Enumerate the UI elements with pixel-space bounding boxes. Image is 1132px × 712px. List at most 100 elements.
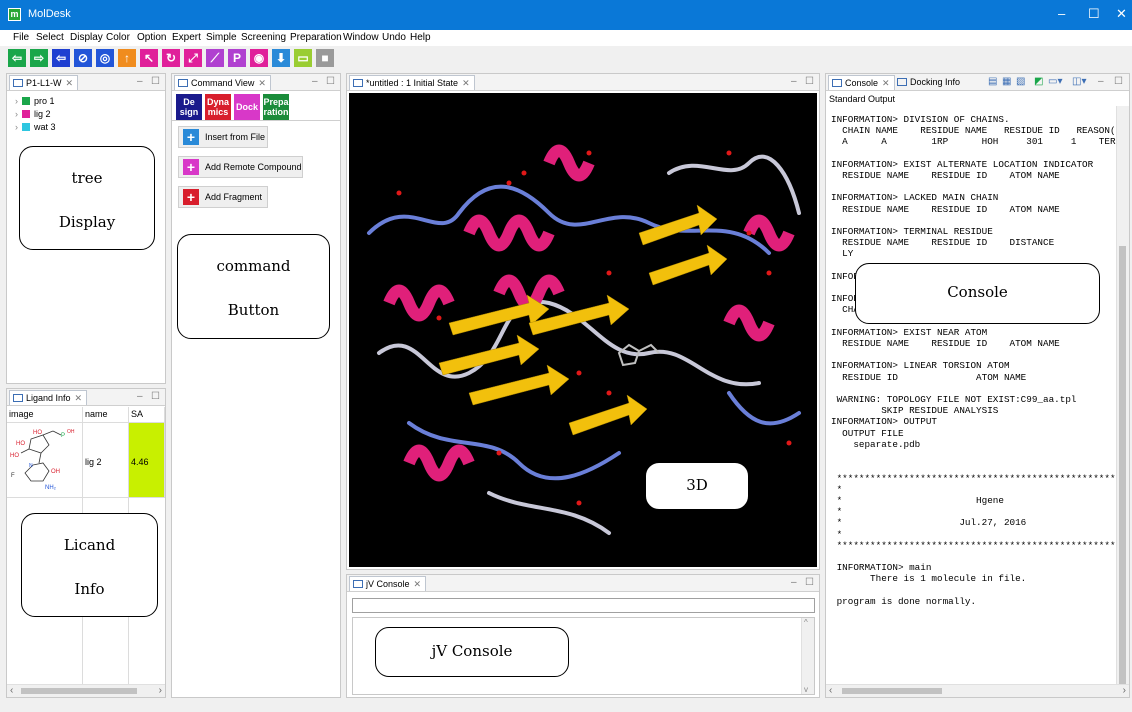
svg-text:NH₂: NH₂ bbox=[45, 485, 57, 491]
display-console-icon[interactable]: ▭▾ bbox=[1048, 76, 1062, 87]
eye-icon[interactable]: ◉ bbox=[250, 49, 268, 67]
close-tab-icon[interactable]: ✕ bbox=[882, 78, 890, 88]
target-icon[interactable]: ◎ bbox=[96, 49, 114, 67]
tab-console[interactable]: Console ✕ bbox=[828, 75, 895, 90]
scroll-left-icon[interactable]: ‹ bbox=[10, 685, 13, 696]
download-icon[interactable]: ⬇ bbox=[272, 49, 290, 67]
close-tab-icon[interactable]: ✕ bbox=[66, 78, 74, 88]
tab-command-view[interactable]: Command View ✕ bbox=[174, 75, 271, 90]
horizontal-scrollbar[interactable]: ‹ › bbox=[826, 684, 1129, 697]
word-wrap-icon[interactable]: ▧ bbox=[1016, 76, 1025, 87]
menu-screening[interactable]: Screening bbox=[241, 32, 286, 43]
scroll-lock-icon[interactable]: ▦ bbox=[1002, 76, 1011, 87]
menu-preparation[interactable]: Preparation bbox=[290, 32, 342, 43]
select-cursor-icon[interactable]: ↖ bbox=[140, 49, 158, 67]
column-header-image[interactable]: image bbox=[7, 407, 83, 423]
column-header-sa[interactable]: SA bbox=[129, 407, 165, 423]
scroll-up-icon[interactable]: ^ bbox=[804, 618, 808, 627]
maximize-button[interactable]: ☐ bbox=[1088, 6, 1100, 22]
expand-icon[interactable]: ⤢ bbox=[184, 49, 202, 67]
rotate-icon[interactable]: ↻ bbox=[162, 49, 180, 67]
up-arrow-icon[interactable]: ↑ bbox=[118, 49, 136, 67]
close-tab-icon[interactable]: ✕ bbox=[462, 78, 470, 88]
add-remote-compound-button[interactable]: + Add Remote Compound bbox=[178, 156, 303, 178]
svg-text:F: F bbox=[11, 473, 15, 479]
ligand-sa-cell[interactable]: 4.46 bbox=[129, 423, 165, 498]
close-button[interactable]: ✕ bbox=[1116, 6, 1127, 22]
console-header-label: Standard Output bbox=[829, 94, 896, 104]
minimize-panel-icon[interactable]: – bbox=[137, 76, 143, 87]
close-tab-icon[interactable]: ✕ bbox=[414, 579, 422, 589]
menu-help[interactable]: Help bbox=[410, 32, 431, 43]
menu-expert[interactable]: Expert bbox=[172, 32, 201, 43]
forward-arrow-icon[interactable]: ⇨ bbox=[30, 49, 48, 67]
chevron-right-icon[interactable]: › bbox=[15, 96, 18, 106]
tab-docking-info[interactable]: Docking Info bbox=[894, 75, 964, 90]
ligand-name-cell[interactable]: lig 2 bbox=[83, 423, 129, 498]
horizontal-scrollbar[interactable]: ‹ › bbox=[7, 684, 165, 697]
subtab-design[interactable]: De sign bbox=[176, 94, 202, 120]
console-output[interactable]: INFORMATION> DIVISION OF CHAINS. CHAIN N… bbox=[826, 106, 1129, 684]
maximize-panel-icon[interactable]: ☐ bbox=[1114, 76, 1123, 87]
close-tab-icon[interactable]: ✕ bbox=[75, 393, 83, 403]
tab-ligand-info[interactable]: Ligand Info ✕ bbox=[9, 390, 88, 405]
minimize-panel-icon[interactable]: – bbox=[312, 76, 318, 87]
subtab-preparation[interactable]: Prepa ration bbox=[263, 94, 289, 120]
monitor-icon[interactable]: ▭ bbox=[294, 49, 312, 67]
vertical-scrollbar[interactable] bbox=[1116, 106, 1129, 696]
ligand-view-icon bbox=[13, 394, 23, 402]
close-tab-icon[interactable]: ✕ bbox=[258, 78, 266, 88]
chevron-right-icon[interactable]: › bbox=[15, 122, 18, 132]
menu-option[interactable]: Option bbox=[137, 32, 166, 43]
maximize-panel-icon[interactable]: ☐ bbox=[805, 76, 814, 87]
insert-from-file-button[interactable]: + Insert from File bbox=[178, 126, 268, 148]
column-header-name[interactable]: name bbox=[83, 407, 129, 423]
tab-tree[interactable]: P1-L1-W ✕ bbox=[9, 75, 79, 90]
feather-icon[interactable]: ⟋ bbox=[206, 49, 224, 67]
tab-jv-console[interactable]: jV Console ✕ bbox=[349, 576, 427, 591]
tree-item-wat[interactable]: › wat 3 bbox=[15, 122, 56, 132]
subtab-dynamics[interactable]: Dyna mics bbox=[205, 94, 231, 120]
back-arrow-icon[interactable]: ⇦ bbox=[8, 49, 26, 67]
back-blue-icon[interactable]: ⇦ bbox=[52, 49, 70, 67]
menu-select[interactable]: Select bbox=[36, 32, 64, 43]
minimize-panel-icon[interactable]: – bbox=[1098, 76, 1104, 87]
scroll-right-icon[interactable]: › bbox=[159, 685, 162, 696]
cancel-icon[interactable]: ⊘ bbox=[74, 49, 92, 67]
scroll-right-icon[interactable]: › bbox=[1123, 685, 1126, 696]
maximize-panel-icon[interactable]: ☐ bbox=[326, 76, 335, 87]
menu-color[interactable]: Color bbox=[106, 32, 130, 43]
ligand-info-panel: Ligand Info ✕ – ☐ image name SA HO HO P O… bbox=[6, 388, 166, 698]
tree-item-lig[interactable]: › lig 2 bbox=[15, 109, 51, 119]
tree-item-pro[interactable]: › pro 1 bbox=[15, 96, 55, 106]
minimize-panel-icon[interactable]: – bbox=[791, 76, 797, 87]
minimize-panel-icon[interactable]: – bbox=[791, 577, 797, 588]
open-console-icon[interactable]: ◫▾ bbox=[1072, 76, 1086, 87]
minimize-button[interactable]: – bbox=[1058, 6, 1065, 21]
menu-file[interactable]: File bbox=[13, 32, 29, 43]
pin-console-icon[interactable]: ◩ bbox=[1034, 76, 1043, 87]
ruler-icon[interactable]: P bbox=[228, 49, 246, 67]
menu-undo[interactable]: Undo bbox=[382, 32, 406, 43]
scroll-thumb[interactable] bbox=[842, 688, 942, 694]
tab-viewer[interactable]: *untitled : 1 Initial State ✕ bbox=[349, 75, 475, 90]
jv-command-input[interactable] bbox=[352, 598, 815, 613]
menu-window[interactable]: Window bbox=[343, 32, 379, 43]
scroll-thumb[interactable] bbox=[21, 688, 137, 694]
subtab-dock[interactable]: Dock bbox=[234, 94, 260, 120]
maximize-panel-icon[interactable]: ☐ bbox=[151, 391, 160, 402]
scroll-thumb[interactable] bbox=[1119, 246, 1126, 696]
maximize-panel-icon[interactable]: ☐ bbox=[151, 76, 160, 87]
clear-console-icon[interactable]: ▤ bbox=[988, 76, 997, 87]
maximize-panel-icon[interactable]: ☐ bbox=[805, 577, 814, 588]
scroll-left-icon[interactable]: ‹ bbox=[829, 685, 832, 696]
chevron-right-icon[interactable]: › bbox=[15, 109, 18, 119]
jv-console-callout: jV Console bbox=[375, 627, 569, 677]
menu-simple[interactable]: Simple bbox=[206, 32, 237, 43]
add-fragment-button[interactable]: + Add Fragment bbox=[178, 186, 268, 208]
scroll-down-icon[interactable]: v bbox=[804, 685, 808, 694]
minimize-panel-icon[interactable]: – bbox=[137, 391, 143, 402]
stop-icon[interactable]: ■ bbox=[316, 49, 334, 67]
menu-display[interactable]: Display bbox=[70, 32, 103, 43]
vertical-scrollbar[interactable]: ^ v bbox=[801, 618, 814, 694]
